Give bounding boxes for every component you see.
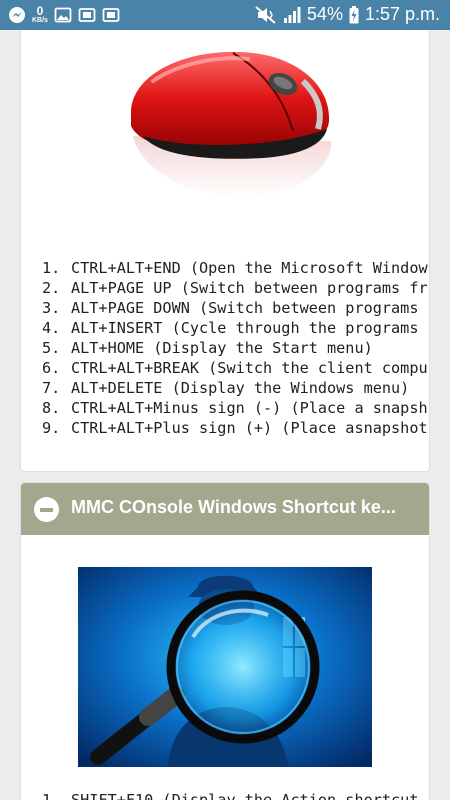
- section-header[interactable]: MMC COnsole Windows Shortcut ke...: [21, 483, 429, 535]
- list-item: 4. ALT+INSERT (Cycle through the programs: [42, 319, 419, 337]
- list-item: 7. ALT+DELETE (Display the Windows menu): [42, 379, 410, 397]
- mmc-shortcut-list: 1. SHIFT+F10 (Display the Action shortcut: [0, 790, 450, 800]
- list-item: 2. ALT+PAGE UP (Switch between programs f…: [42, 279, 428, 297]
- list-item: 5. ALT+HOME (Display the Start menu): [42, 339, 373, 357]
- list-item: 3. ALT+PAGE DOWN (Switch between programs: [42, 299, 419, 317]
- screenshot-icon: [78, 6, 96, 24]
- magnifying-glass-image: [78, 567, 372, 767]
- collapse-icon[interactable]: [34, 497, 59, 522]
- list-item: 8. CTRL+ALT+Minus sign (-) (Place a snaps…: [42, 399, 428, 417]
- list-item: 9. CTRL+ALT+Plus sign (+) (Place asnapsho…: [42, 419, 428, 437]
- mute-icon: [255, 5, 277, 24]
- list-item: 6. CTRL+ALT+BREAK (Switch the client comp…: [42, 359, 428, 377]
- messenger-icon: [8, 6, 26, 24]
- list-item: 1. CTRL+ALT+END (Open the Microsoft Windo…: [42, 259, 428, 277]
- battery-percent: 54%: [306, 4, 343, 24]
- section-title: MMC COnsole Windows Shortcut ke...: [71, 497, 396, 517]
- screenshot-icon: [102, 6, 120, 24]
- battery-charging-icon: [349, 5, 359, 24]
- network-speed: 0 KB/s: [32, 4, 48, 24]
- signal-icon: [283, 6, 301, 24]
- status-bar: 0 KB/s 54% 1:57 p.m.: [0, 0, 450, 30]
- mouse-image: [113, 41, 343, 211]
- gallery-icon: [54, 6, 72, 24]
- article-content[interactable]: 1. CTRL+ALT+END (Open the Microsoft Windo…: [0, 30, 450, 800]
- shortcut-list: 1. CTRL+ALT+END (Open the Microsoft Windo…: [0, 258, 450, 438]
- mmc-section-card: MMC COnsole Windows Shortcut ke...: [20, 482, 430, 800]
- list-item: 1. SHIFT+F10 (Display the Action shortcut: [42, 791, 419, 800]
- clock: 1:57 p.m.: [364, 4, 440, 24]
